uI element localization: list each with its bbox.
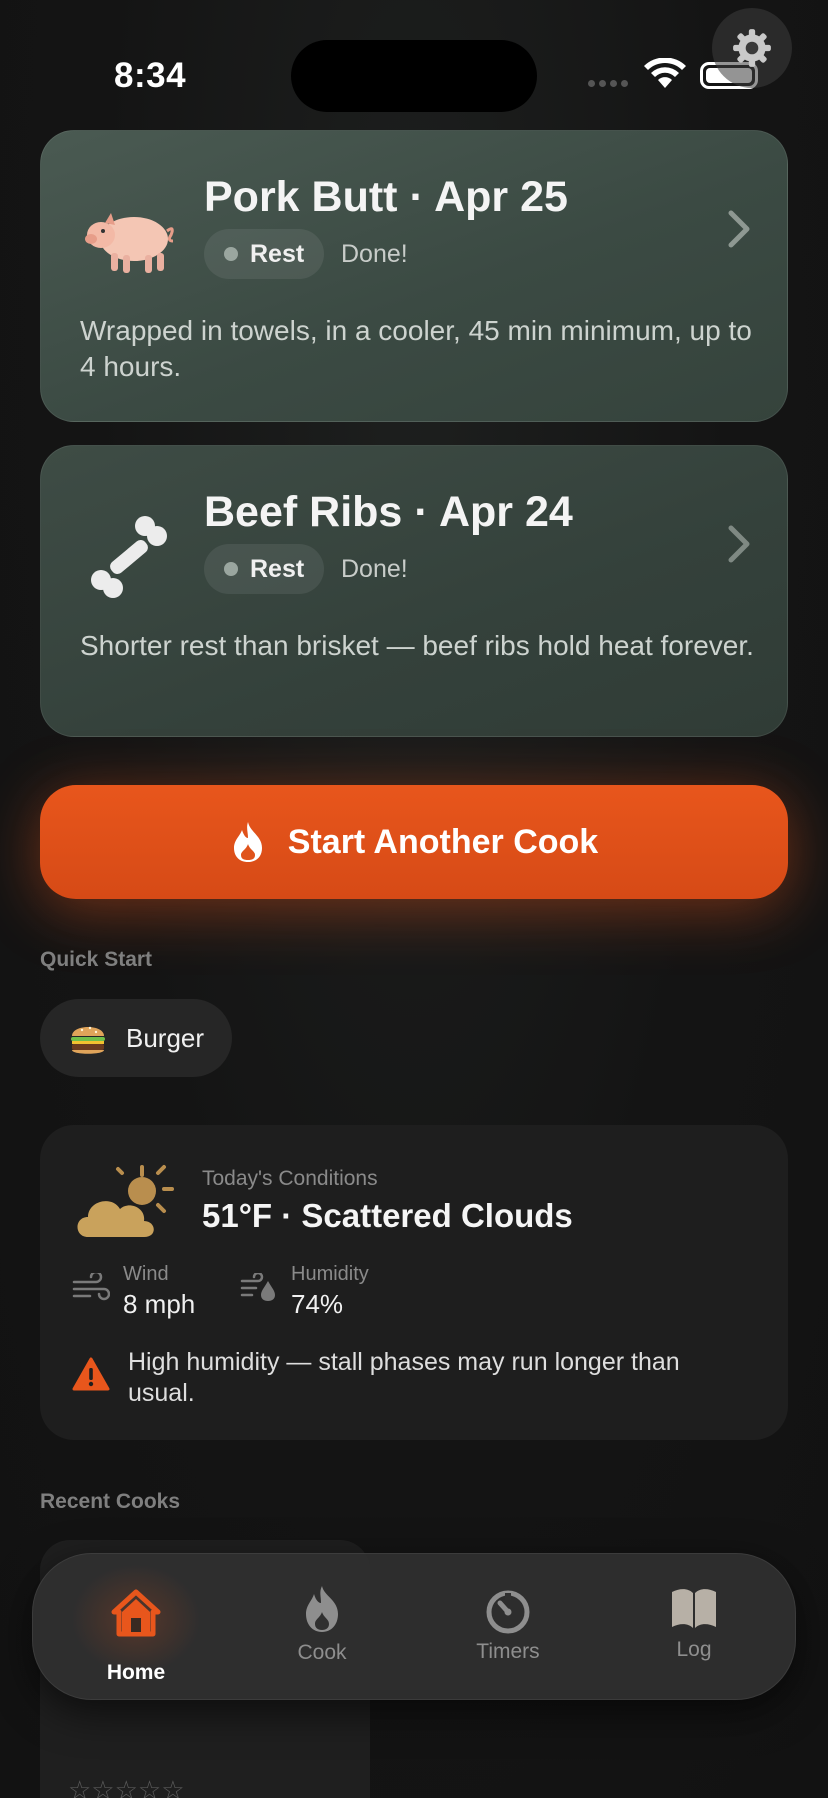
conditions-label: Today's Conditions xyxy=(202,1167,378,1190)
wind-label: Wind xyxy=(123,1263,169,1285)
home-screen: 8:34 Pork Butt · Apr 25 Rest Done! Wrapp… xyxy=(0,0,828,1798)
tab-bar: Home Cook Timers Log xyxy=(32,1553,796,1700)
start-button-label: Start Another Cook xyxy=(287,822,599,861)
burger-icon xyxy=(71,1026,105,1054)
flame-icon xyxy=(306,1586,338,1632)
tab-log[interactable]: Log xyxy=(619,1554,769,1701)
phase-status: Done! xyxy=(341,555,408,583)
tab-label: Cook xyxy=(297,1641,347,1664)
chevron-right-icon xyxy=(728,525,750,563)
tab-label: Timers xyxy=(476,1640,540,1663)
cook-description: Wrapped in towels, in a cooler, 45 min m… xyxy=(80,315,752,382)
partly-cloudy-icon xyxy=(77,1165,174,1237)
warning-icon xyxy=(72,1357,110,1391)
tab-timers[interactable]: Timers xyxy=(433,1554,583,1701)
cook-description: Shorter rest than brisket — beef ribs ho… xyxy=(80,630,754,661)
cook-card-beef-ribs[interactable]: Beef Ribs · Apr 24 Rest Done! Shorter re… xyxy=(40,445,788,737)
quick-start-heading: Quick Start xyxy=(40,948,153,971)
humidity-label: Humidity xyxy=(291,1263,369,1285)
humidity-value: 74% xyxy=(291,1289,344,1319)
chevron-right-icon xyxy=(728,210,750,248)
house-icon xyxy=(111,1589,161,1637)
phase-label: Rest xyxy=(250,239,305,268)
flame-icon xyxy=(233,822,262,862)
phase-label: Rest xyxy=(250,554,305,583)
wind-value: 8 mph xyxy=(123,1289,196,1319)
wind-icon xyxy=(72,1273,110,1301)
cook-card-pork-butt[interactable]: Pork Butt · Apr 25 Rest Done! Wrapped in… xyxy=(40,130,788,422)
rating-stars[interactable]: ☆☆☆☆☆ xyxy=(68,1775,185,1798)
phase-dot-icon xyxy=(224,247,238,261)
weather-card: Today's Conditions 51°F · Scattered Clou… xyxy=(40,1125,788,1440)
phase-badge: Rest xyxy=(204,229,325,279)
tab-label: Home xyxy=(106,1661,166,1684)
recent-cooks-heading: Recent Cooks xyxy=(40,1490,181,1513)
status-bar: 8:34 xyxy=(0,0,828,120)
dynamic-island xyxy=(291,40,537,112)
tab-cook[interactable]: Cook xyxy=(247,1554,397,1701)
timer-icon xyxy=(486,1590,530,1634)
phase-badge: Rest xyxy=(204,544,325,594)
status-time: 8:34 xyxy=(114,56,187,95)
humidity-warning: High humidity — stall phases may run lon… xyxy=(128,1348,680,1407)
book-icon xyxy=(672,1589,716,1628)
quick-start-chip-burger[interactable]: Burger xyxy=(40,999,233,1077)
pig-icon xyxy=(85,213,174,273)
cook-title: Beef Ribs · Apr 24 xyxy=(204,488,573,536)
conditions-summary: 51°F · Scattered Clouds xyxy=(202,1197,573,1234)
tab-label: Log xyxy=(676,1638,712,1661)
wifi-icon xyxy=(644,58,686,88)
tab-home[interactable]: Home xyxy=(61,1554,211,1701)
phase-dot-icon xyxy=(224,562,238,576)
gear-icon xyxy=(733,29,771,67)
chip-label: Burger xyxy=(126,1022,205,1053)
cook-title: Pork Butt · Apr 25 xyxy=(204,173,568,221)
bone-icon xyxy=(91,516,167,598)
cellular-signal-icon xyxy=(588,80,628,87)
settings-button[interactable] xyxy=(712,8,792,88)
phase-status: Done! xyxy=(341,240,408,268)
start-another-cook-button[interactable]: Start Another Cook xyxy=(40,785,788,899)
humidity-icon xyxy=(240,1273,275,1301)
